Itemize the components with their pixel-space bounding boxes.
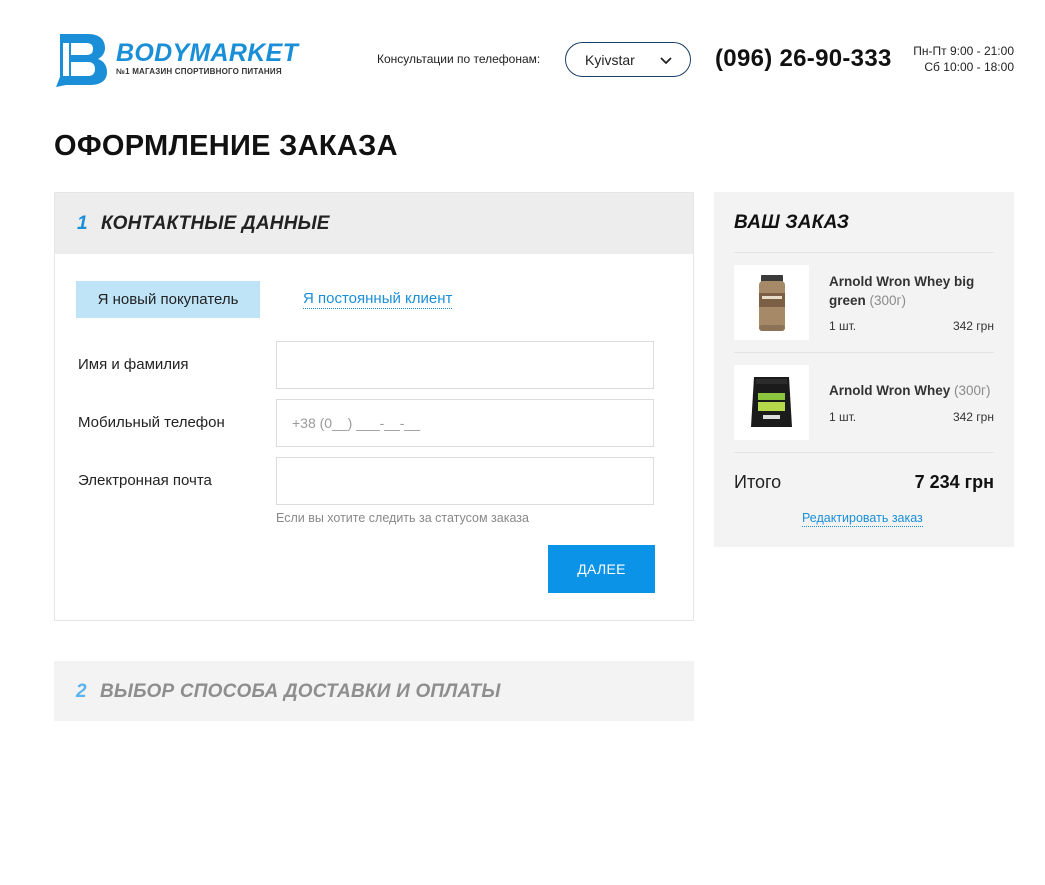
divider — [734, 352, 994, 353]
operator-select[interactable]: Kyivstar — [565, 42, 691, 77]
product-name[interactable]: Arnold Wron Whey big green (300г) — [829, 272, 994, 310]
product-weight: (300г) — [954, 383, 991, 398]
step2-title: ВЫБОР СПОСОБА ДОСТАВКИ И ОПЛАТЫ — [100, 681, 501, 702]
phone-input[interactable] — [276, 399, 654, 447]
page-title: ОФОРМЛЕНИЕ ЗАКАЗА — [54, 130, 398, 162]
divider — [734, 452, 994, 453]
product-weight: (300г) — [869, 293, 906, 308]
email-input[interactable] — [276, 457, 654, 505]
order-summary: ВАШ ЗАКАЗ Arnold Wron Whey big green (30… — [714, 192, 1014, 547]
step-delivery-payment[interactable]: 2 ВЫБОР СПОСОБА ДОСТАВКИ И ОПЛАТЫ — [54, 661, 694, 721]
phone-label: Мобильный телефон — [78, 414, 225, 431]
step-contact-details: 1 КОНТАКТНЫЕ ДАННЫЕ Я новый покупатель Я… — [54, 192, 694, 621]
product-name[interactable]: Arnold Wron Whey (300г) — [829, 381, 994, 400]
tab-new-customer[interactable]: Я новый покупатель — [76, 281, 260, 318]
total-label: Итого — [734, 472, 782, 492]
tab-existing-customer[interactable]: Я постоянный клиент — [303, 290, 453, 309]
product-thumbnail[interactable] — [734, 265, 809, 340]
product-price: 342 грн — [952, 319, 994, 333]
order-title: ВАШ ЗАКАЗ — [734, 212, 850, 233]
next-button[interactable]: ДАЛЕЕ — [548, 545, 655, 593]
product-price: 342 грн — [952, 410, 994, 424]
step1-header: 1 КОНТАКТНЫЕ ДАННЫЕ — [55, 193, 693, 254]
logo-name: BODYMARKET — [116, 39, 299, 67]
divider — [734, 252, 994, 253]
logo[interactable]: BODYMARKET №1 МАГАЗИН СПОРТИВНОГО ПИТАНИ… — [54, 31, 298, 89]
consult-label: Консультации по телефонам: — [377, 52, 541, 66]
product-thumbnail[interactable] — [734, 365, 809, 440]
hours-weekdays: Пн-Пт 9:00 - 21:00 — [913, 44, 1014, 58]
operator-selected-value: Kyivstar — [585, 51, 635, 68]
email-label: Электронная почта — [78, 472, 212, 489]
total-value: 7 234 грн — [914, 472, 994, 492]
edit-order-link[interactable]: Редактировать заказ — [802, 511, 923, 527]
mass-gainer-bag-image — [751, 377, 792, 427]
name-label: Имя и фамилия — [78, 356, 189, 373]
email-hint: Если вы хотите следить за статусом заказ… — [276, 511, 529, 525]
step1-number: 1 — [77, 213, 88, 234]
working-hours: Пн-Пт 9:00 - 21:00 Сб 10:00 - 18:00 — [880, 43, 1014, 75]
logo-icon — [56, 34, 107, 87]
logo-tagline: №1 МАГАЗИН СПОРТИВНОГО ПИТАНИЯ — [116, 67, 282, 76]
chevron-down-icon — [660, 57, 672, 65]
name-input[interactable] — [276, 341, 654, 389]
step1-title: КОНТАКТНЫЕ ДАННЫЕ — [101, 213, 330, 234]
protein-jar-image — [759, 275, 785, 331]
hours-saturday: Сб 10:00 - 18:00 — [924, 60, 1014, 74]
step2-number: 2 — [76, 681, 87, 702]
phone-number[interactable]: (096) 26-90-333 — [715, 45, 892, 73]
product-qty: 1 шт. — [829, 319, 857, 333]
product-qty: 1 шт. — [829, 410, 857, 424]
